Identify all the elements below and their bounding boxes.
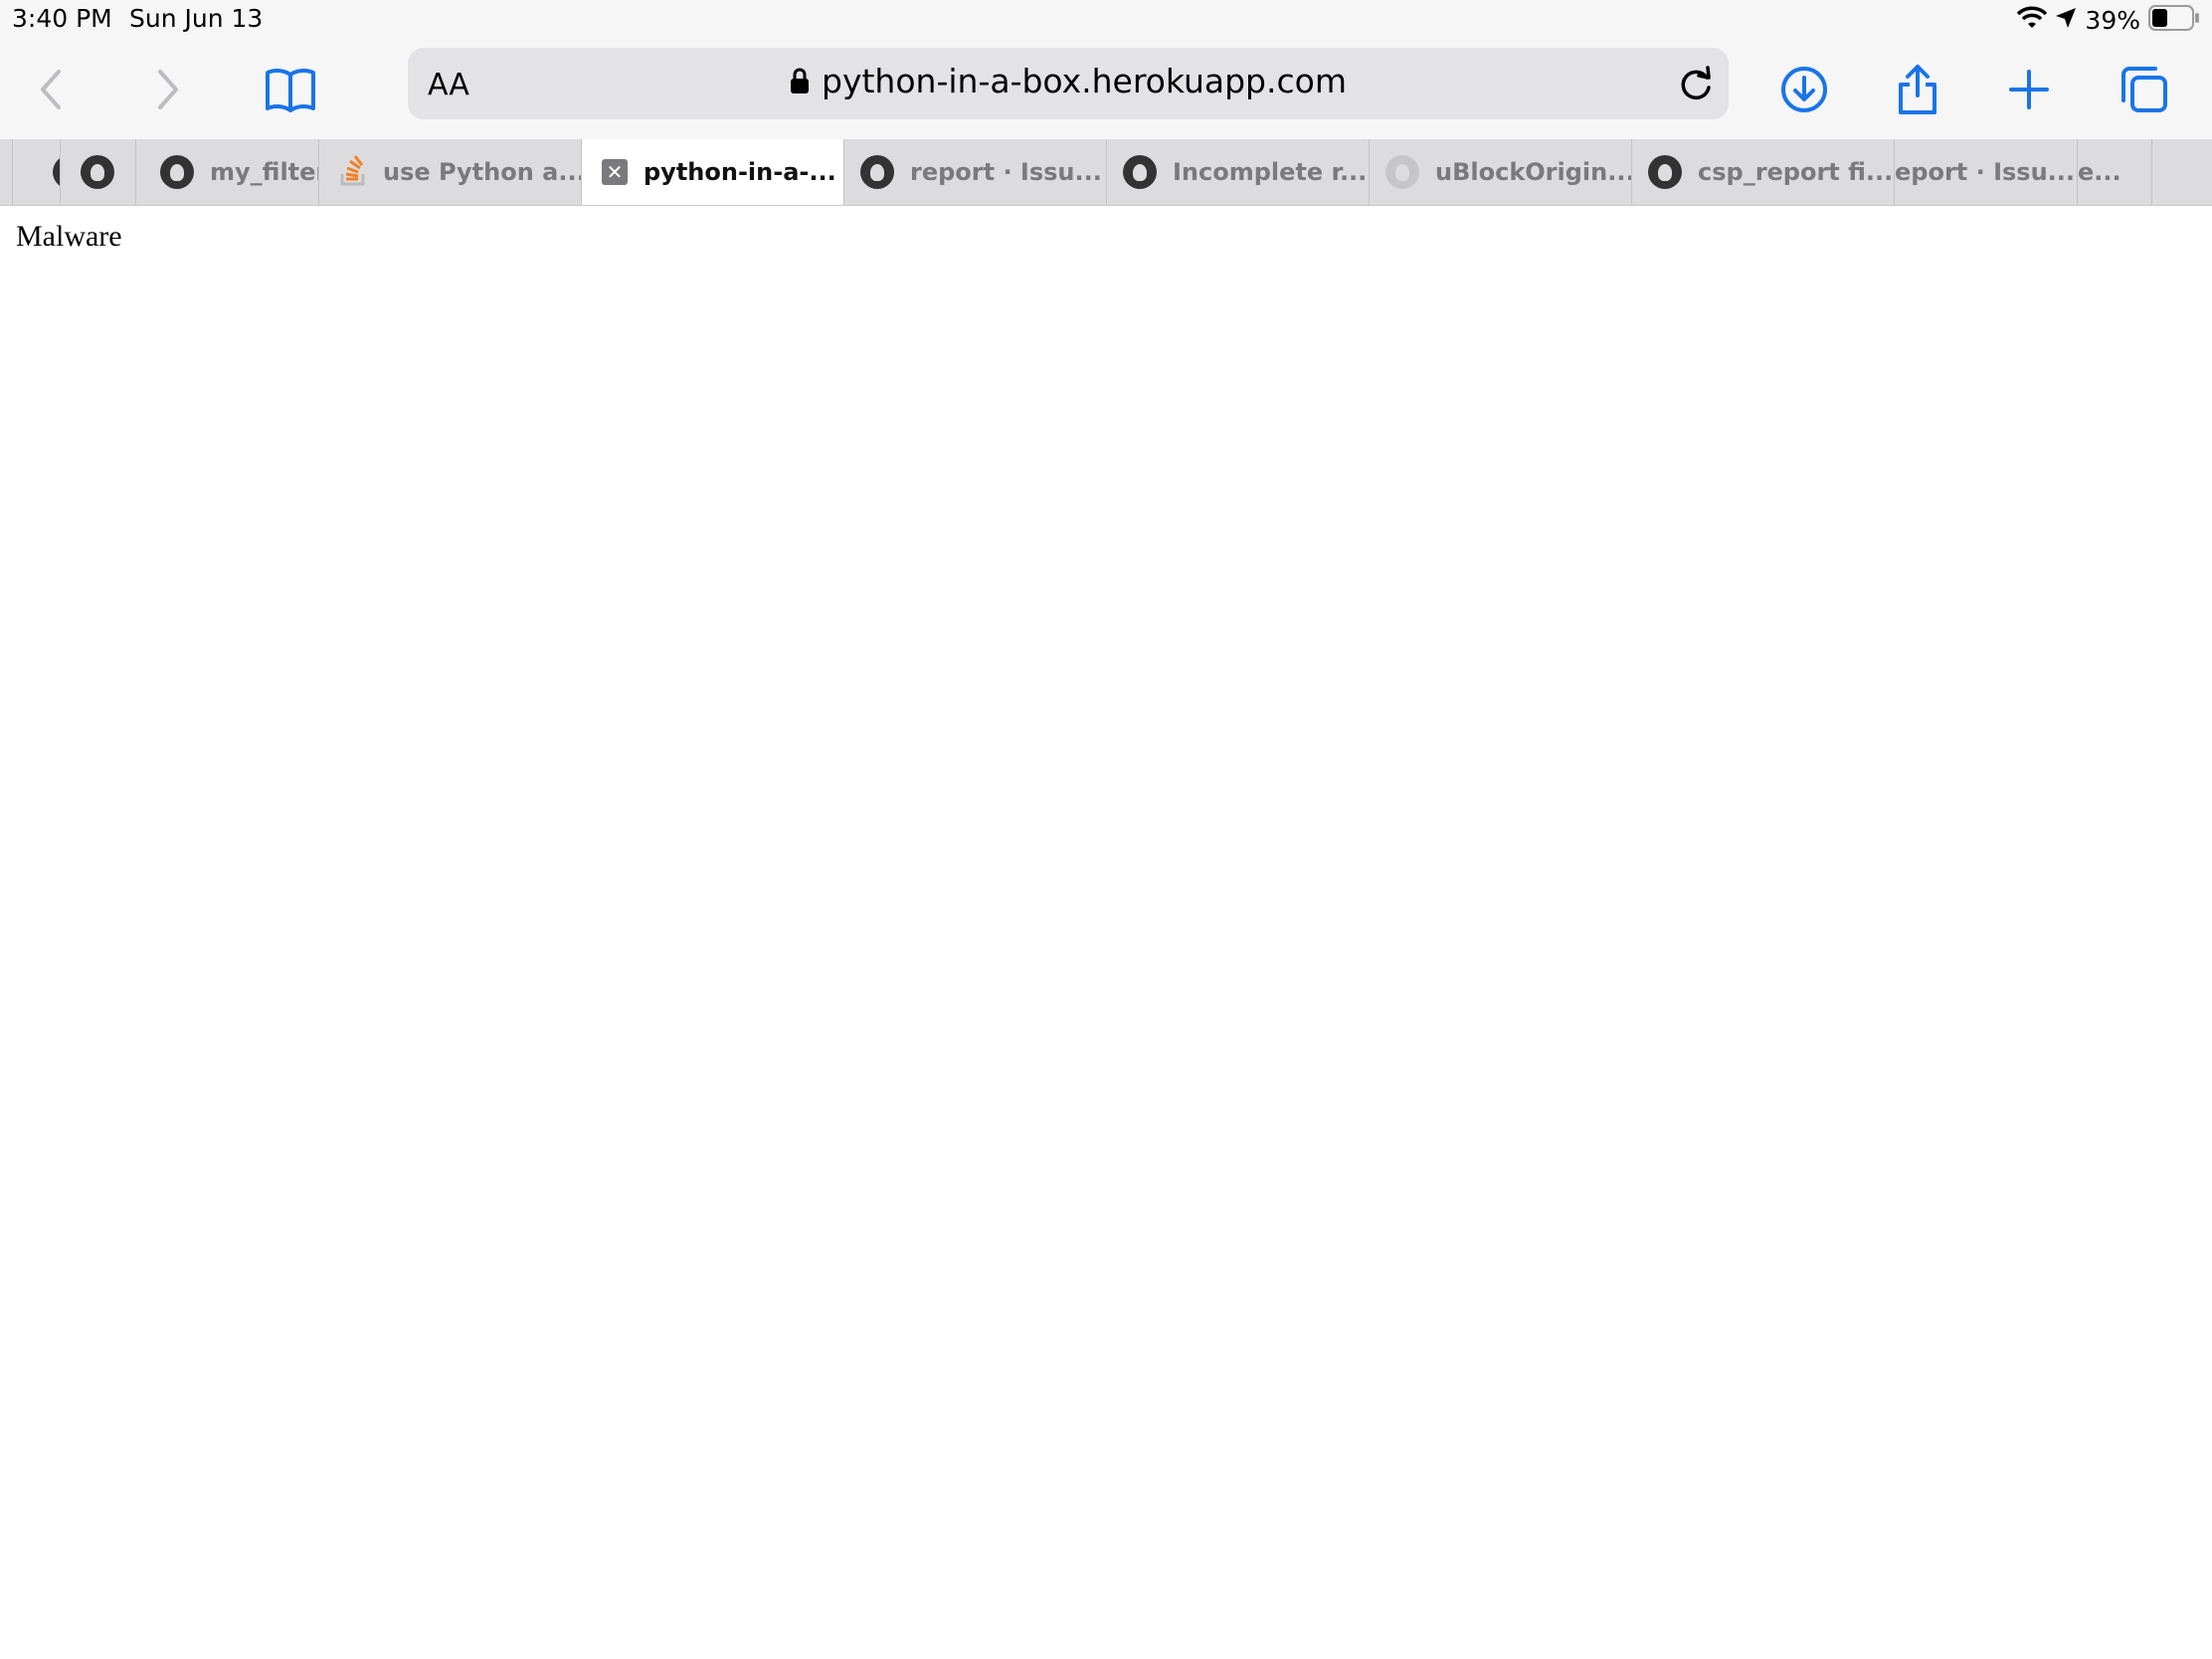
lock-icon (790, 64, 810, 102)
web-page-content: Malware (0, 206, 2212, 1659)
back-icon (41, 70, 61, 109)
status-date: Sun Jun 13 (129, 4, 264, 33)
tab-label: uBlockOrigin... (1435, 158, 1631, 186)
wifi-icon (2017, 6, 2048, 34)
tab-label: my_filters (210, 158, 318, 186)
github-icon (81, 155, 114, 189)
download-icon (1781, 67, 1827, 112)
github-icon (53, 155, 60, 189)
tabs-overview-icon (2121, 67, 2167, 112)
battery-icon (2148, 5, 2200, 35)
share-button[interactable] (1888, 60, 1947, 119)
url-text: python-in-a-box.herokuapp.com (822, 62, 1347, 100)
battery-percent: 39% (2085, 5, 2140, 35)
status-time: 3:40 PM (12, 4, 112, 33)
download-button[interactable] (1774, 60, 1834, 119)
tab-item[interactable]: my_filters (135, 139, 318, 205)
tab-label: Incomplete r... (1173, 158, 1368, 186)
browser-toolbar: AA python-in-a-box.herokuapp.com (0, 40, 2212, 139)
tab-strip: my_filters use Python a... ✕ python-in-a… (0, 139, 2212, 206)
tab-item-active[interactable]: ✕ python-in-a-... (581, 139, 843, 205)
tab-item[interactable]: Incomplete r... (1106, 139, 1369, 205)
github-icon (1648, 155, 1682, 189)
location-icon (2055, 7, 2077, 33)
github-icon (1123, 155, 1157, 189)
reload-button[interactable] (1677, 64, 1715, 107)
tab-item[interactable]: eport · Issu... (1894, 139, 2077, 205)
tab-item[interactable] (12, 139, 60, 205)
tab-item[interactable]: csp_report fi... (1631, 139, 1894, 205)
tabs-overview-button[interactable] (2115, 60, 2174, 119)
tab-item[interactable]: use Python a... (318, 139, 581, 205)
tab-item[interactable] (60, 139, 135, 205)
new-tab-icon (2009, 70, 2049, 109)
status-bar: 3:40 PM Sun Jun 13 39% (0, 0, 2212, 40)
tab-label: python-in-a-... (644, 158, 836, 186)
close-icon[interactable]: ✕ (602, 159, 628, 185)
bookmarks-icon (266, 68, 315, 112)
github-icon (860, 155, 894, 189)
tab-label: e... (2078, 158, 2121, 186)
page-body-text: Malware (16, 220, 122, 253)
address-bar[interactable]: AA python-in-a-box.herokuapp.com (408, 48, 1729, 119)
tab-item[interactable]: e... (2077, 139, 2152, 205)
status-indicators: 39% (2017, 4, 2200, 36)
back-button[interactable] (22, 60, 82, 119)
tab-item[interactable]: uBlockOrigin... (1369, 139, 1631, 205)
bookmarks-button[interactable] (261, 60, 320, 119)
share-icon (1899, 65, 1936, 114)
tab-label: use Python a... (383, 158, 581, 186)
tab-item[interactable]: report · Issu... (843, 139, 1106, 205)
github-icon (160, 155, 194, 189)
forward-icon (158, 70, 178, 109)
new-tab-button[interactable] (1999, 60, 2059, 119)
github-icon (1385, 155, 1419, 189)
reload-icon (1681, 66, 1711, 100)
stackoverflow-icon (339, 154, 367, 190)
tab-label: eport · Issu... (1895, 158, 2076, 186)
tab-label: report · Issu... (910, 158, 1102, 186)
tab-label: csp_report fi... (1698, 158, 1894, 186)
forward-button[interactable] (137, 60, 197, 119)
url-display: python-in-a-box.herokuapp.com (408, 62, 1729, 102)
